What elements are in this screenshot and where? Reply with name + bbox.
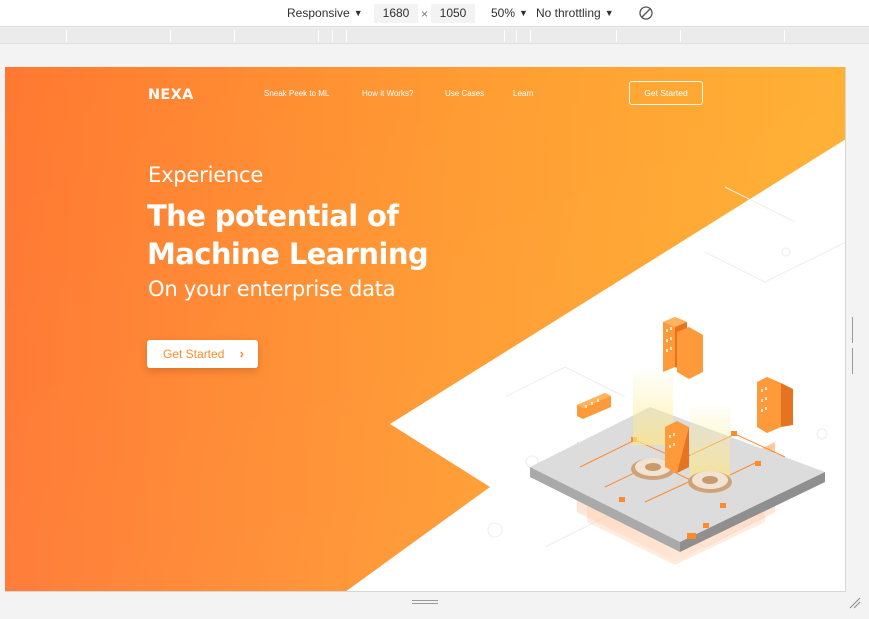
ruler-tick (170, 30, 171, 42)
ruler-tick (680, 30, 681, 42)
ruler-tick (318, 30, 319, 42)
nav-get-started-button[interactable]: Get Started (629, 81, 703, 105)
hero-subhead: On your enterprise data (148, 277, 396, 301)
media-query-ruler[interactable] (0, 28, 869, 44)
ruler-tick (346, 30, 347, 42)
ruler-tick (616, 30, 617, 42)
ruler-tick (784, 30, 785, 42)
device-toolbar: Responsive ▼ 1680 × 1050 50% ▼ No throttli… (0, 0, 869, 27)
headline-line-1: The potential of (147, 199, 399, 233)
height-input[interactable]: 1050 (431, 4, 475, 23)
ruler-tick (516, 30, 517, 42)
ruler-tick (332, 30, 333, 42)
hero-cta-label: Get Started (163, 347, 225, 361)
throttling-label: No throttling (536, 6, 601, 20)
chevron-down-icon: ▼ (519, 8, 528, 18)
device-label: Responsive (287, 6, 350, 20)
emulated-viewport: NEXA Sneak Peek to ML How it Works? Use … (5, 67, 846, 592)
ruler-tick (530, 30, 531, 42)
rotate-icon[interactable] (638, 5, 654, 21)
corner-resize-grip-icon[interactable] (848, 596, 862, 610)
ruler-tick (66, 30, 67, 42)
site-logo[interactable]: NEXA (148, 87, 194, 103)
hero-eyebrow: Experience (148, 163, 264, 187)
hero-get-started-button[interactable]: Get Started › (147, 340, 258, 368)
device-select[interactable]: Responsive ▼ (287, 6, 363, 21)
chevron-down-icon: ▼ (353, 8, 363, 18)
viewport-resize-handle-bottom[interactable] (412, 600, 438, 605)
headline-line-2: Machine Learning (147, 237, 429, 271)
width-input[interactable]: 1680 (374, 4, 418, 23)
nav-link-use-cases[interactable]: Use Cases (445, 89, 484, 98)
ruler-tick (234, 30, 235, 42)
zoom-select[interactable]: 50% ▼ (491, 6, 528, 21)
ruler-tick (504, 30, 505, 42)
viewport-resize-handle-right[interactable] (852, 317, 857, 374)
chevron-right-icon: › (239, 346, 244, 361)
throttling-select[interactable]: No throttling ▼ (536, 6, 614, 21)
nav-link-sneak-peek[interactable]: Sneak Peek to ML (264, 89, 329, 98)
dimension-separator: × (421, 7, 429, 21)
isometric-city-illustration (530, 317, 825, 565)
nav-link-how-it-works[interactable]: How it Works? (362, 89, 413, 98)
hero-headline: The potential of Machine Learning (147, 197, 429, 273)
zoom-label: 50% (491, 6, 516, 20)
chevron-down-icon: ▼ (604, 8, 614, 18)
nav-link-learn[interactable]: Learn (513, 89, 533, 98)
